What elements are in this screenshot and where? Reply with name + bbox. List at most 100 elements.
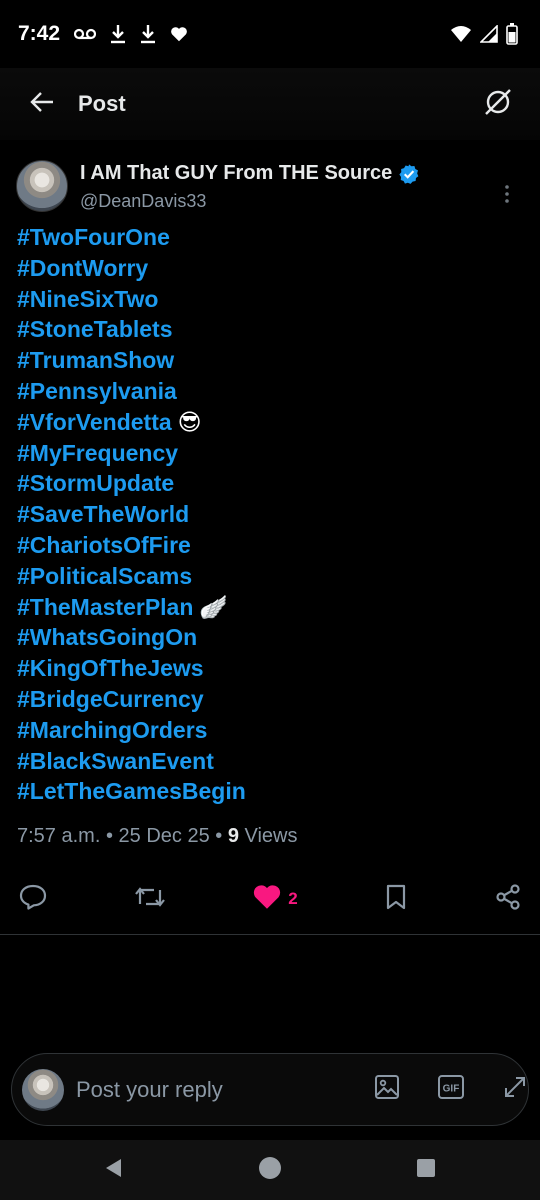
hashtag-link[interactable]: #BridgeCurrency xyxy=(17,684,523,715)
expand-composer-button[interactable] xyxy=(500,1075,530,1105)
hashtag-text[interactable]: #BlackSwanEvent xyxy=(17,748,214,774)
grok-button[interactable] xyxy=(476,82,520,126)
hashtag-text[interactable]: #TrumanShow xyxy=(17,347,174,373)
triangle-back-icon xyxy=(103,1157,125,1184)
hashtag-link[interactable]: #NineSixTwo xyxy=(17,284,523,315)
gif-label: GIF xyxy=(443,1084,460,1095)
back-button[interactable] xyxy=(20,82,64,126)
avatar[interactable] xyxy=(16,160,68,212)
bookmark-icon xyxy=(384,883,408,916)
arrow-left-icon xyxy=(29,91,55,118)
download-icon xyxy=(110,24,126,44)
nav-back-button[interactable] xyxy=(99,1155,129,1185)
hashtag-link[interactable]: #BlackSwanEvent xyxy=(17,746,523,777)
views-label: Views xyxy=(238,825,298,848)
hashtag-text[interactable]: #LetTheGamesBegin xyxy=(17,778,246,804)
emoji: 🪽 xyxy=(199,594,229,621)
gif-icon: GIF xyxy=(437,1074,465,1105)
hashtag-text[interactable]: #StormUpdate xyxy=(17,470,174,496)
hashtag-link[interactable]: #PoliticalScams xyxy=(17,561,523,592)
heart-icon xyxy=(170,26,188,42)
add-image-button[interactable] xyxy=(372,1075,402,1105)
reply-button[interactable] xyxy=(18,879,48,919)
avatar[interactable] xyxy=(22,1068,64,1111)
reply-input[interactable] xyxy=(76,1076,364,1103)
author-handle[interactable]: @DeanDavis33 xyxy=(80,191,492,212)
hashtag-link[interactable]: #ChariotsOfFire xyxy=(17,530,523,561)
meta-separator: • xyxy=(209,825,228,848)
hashtag-text[interactable]: #SaveTheWorld xyxy=(17,501,189,527)
post-time: 7:57 a.m. xyxy=(17,825,101,848)
hashtag-link[interactable]: #VforVendetta 😎 xyxy=(17,407,523,438)
add-gif-button[interactable]: GIF xyxy=(436,1075,466,1105)
views-count[interactable]: 9 xyxy=(228,825,239,847)
hashtag-text[interactable]: #MarchingOrders xyxy=(17,717,207,743)
hashtag-link[interactable]: #SaveTheWorld xyxy=(17,499,523,530)
verified-badge-icon[interactable] xyxy=(398,163,420,185)
hashtag-text[interactable]: #MyFrequency xyxy=(17,440,178,466)
square-recents-icon xyxy=(416,1158,436,1183)
hashtag-text[interactable]: #Pennsylvania xyxy=(17,378,177,404)
hashtag-link[interactable]: #TrumanShow xyxy=(17,345,523,376)
hashtag-text[interactable]: #BridgeCurrency xyxy=(17,686,204,712)
nav-recents-button[interactable] xyxy=(411,1155,441,1185)
page-title: Post xyxy=(78,91,126,116)
hashtag-text[interactable]: #KingOfTheJews xyxy=(17,655,204,681)
hashtag-text[interactable]: #TheMasterPlan xyxy=(17,594,193,620)
status-system-icons xyxy=(450,23,518,45)
like-button[interactable]: 2 xyxy=(252,879,298,919)
status-bar: 7:42 xyxy=(0,0,540,68)
divider xyxy=(0,934,540,935)
download-icon xyxy=(140,24,156,44)
repost-icon xyxy=(134,884,166,915)
heart-filled-icon xyxy=(252,883,282,915)
hashtag-link[interactable]: #KingOfTheJews xyxy=(17,653,523,684)
like-count: 2 xyxy=(288,889,298,908)
hashtag-text[interactable]: #TwoFourOne xyxy=(17,224,170,250)
image-icon xyxy=(374,1074,400,1105)
hashtag-text[interactable]: #DontWorry xyxy=(17,255,148,281)
meta-separator: • xyxy=(100,825,119,848)
author-display-name[interactable]: I AM That GUY From THE Source xyxy=(80,162,392,185)
more-vertical-icon xyxy=(504,184,510,209)
hashtag-link[interactable]: #Pennsylvania xyxy=(17,376,523,407)
hashtag-link[interactable]: #LetTheGamesBegin xyxy=(17,776,523,807)
top-app-bar: Post xyxy=(0,68,540,140)
hashtag-text[interactable]: #PoliticalScams xyxy=(17,563,192,589)
post-meta: 7:57 a.m. • 25 Dec 25 • 9 Views xyxy=(0,825,540,848)
status-notification-icons xyxy=(74,24,188,44)
post-actions: 2 xyxy=(0,878,540,920)
system-navigation-bar xyxy=(0,1140,540,1200)
hashtag-link[interactable]: #DontWorry xyxy=(17,253,523,284)
hashtag-link[interactable]: #StormUpdate xyxy=(17,468,523,499)
post-text: #TwoFourOne #DontWorry #NineSixTwo #StoneTa… xyxy=(0,222,540,807)
voicemail-icon xyxy=(74,27,97,41)
post-detail: I AM That GUY From THE Source @DeanDavis… xyxy=(0,150,540,848)
reply-composer: GIF xyxy=(11,1053,529,1126)
hashtag-text[interactable]: #VforVendetta xyxy=(17,409,172,435)
share-icon xyxy=(494,883,522,916)
emoji: 😎 xyxy=(177,409,202,436)
hashtag-text[interactable]: #ChariotsOfFire xyxy=(17,532,191,558)
reply-tools: GIF xyxy=(372,1075,530,1105)
bookmark-button[interactable] xyxy=(384,879,408,919)
battery-icon xyxy=(506,23,518,45)
repost-button[interactable] xyxy=(134,879,166,919)
hashtag-text[interactable]: #StoneTablets xyxy=(17,316,173,342)
name-line: I AM That GUY From THE Source xyxy=(80,162,492,185)
hashtag-link[interactable]: #MyFrequency xyxy=(17,438,523,469)
more-options-button[interactable] xyxy=(492,176,522,216)
signal-icon xyxy=(480,25,498,43)
hashtag-link[interactable]: #TheMasterPlan 🪽 xyxy=(17,592,523,623)
hashtag-link[interactable]: #WhatsGoingOn xyxy=(17,622,523,653)
share-button[interactable] xyxy=(494,879,522,919)
hashtag-text[interactable]: #NineSixTwo xyxy=(17,286,158,312)
nav-home-button[interactable] xyxy=(255,1155,285,1185)
wifi-icon xyxy=(450,25,472,43)
reply-bubble-icon xyxy=(18,883,48,916)
grok-icon xyxy=(483,87,513,122)
hashtag-link[interactable]: #MarchingOrders xyxy=(17,715,523,746)
hashtag-text[interactable]: #WhatsGoingOn xyxy=(17,624,197,650)
hashtag-link[interactable]: #TwoFourOne xyxy=(17,222,523,253)
hashtag-link[interactable]: #StoneTablets xyxy=(17,314,523,345)
